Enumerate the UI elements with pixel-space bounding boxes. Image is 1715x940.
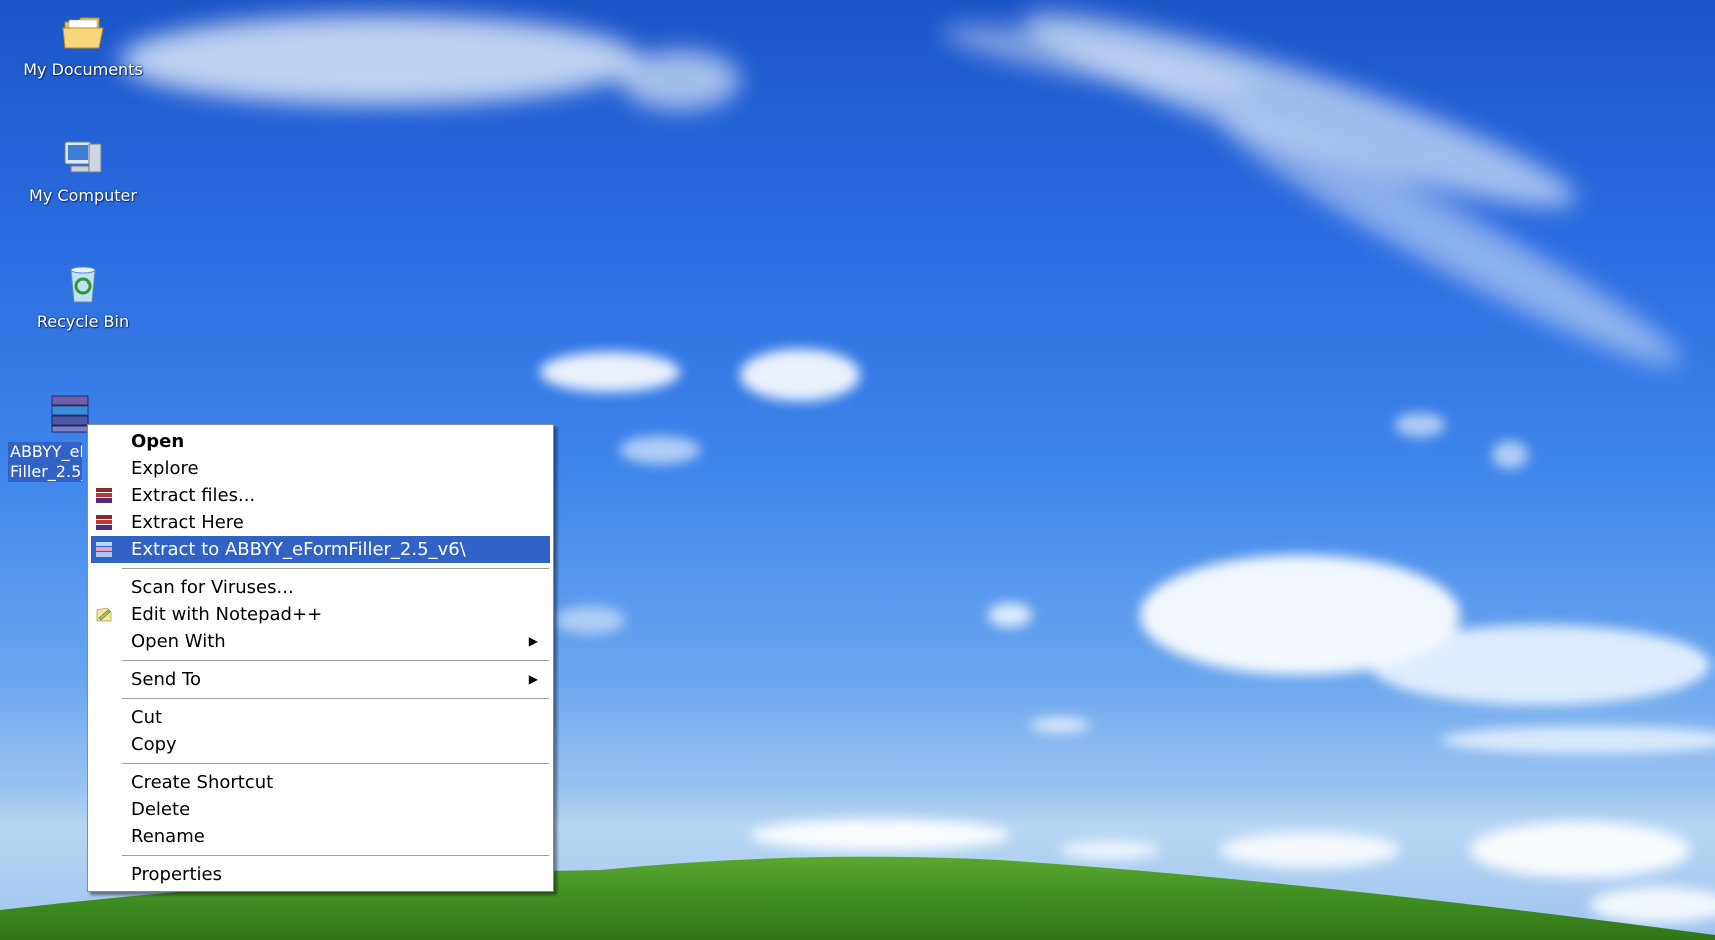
menu-item-label: Cut <box>131 707 163 728</box>
desktop-icon-label: Recycle Bin <box>36 312 130 331</box>
menu-item-label: Rename <box>131 826 205 847</box>
desktop-icon-my-documents[interactable]: My Documents <box>8 8 158 80</box>
menu-separator <box>122 698 549 699</box>
menu-item-rename[interactable]: Rename <box>91 823 550 850</box>
menu-item-label: Extract Here <box>131 512 244 533</box>
menu-item-open-with[interactable]: Open With ▶ <box>91 628 550 655</box>
menu-separator <box>122 568 549 569</box>
desktop-icon-archive[interactable]: ABBYY_eForm Filler_2.5_v6 <box>8 390 89 486</box>
notepad-plus-plus-icon <box>96 607 112 622</box>
menu-separator <box>122 660 549 661</box>
menu-item-label: Extract to ABBYY_eFormFiller_2.5_v6\ <box>131 539 466 560</box>
menu-item-label: Create Shortcut <box>131 772 274 793</box>
menu-item-scan-for-viruses[interactable]: Scan for Viruses... <box>91 574 550 601</box>
menu-item-label: Properties <box>131 864 222 885</box>
menu-item-label: Extract files... <box>131 485 256 506</box>
menu-item-edit-with-notepad[interactable]: Edit with Notepad++ <box>91 601 550 628</box>
menu-item-delete[interactable]: Delete <box>91 796 550 823</box>
menu-item-create-shortcut[interactable]: Create Shortcut <box>91 769 550 796</box>
menu-item-label: Send To <box>131 669 202 690</box>
submenu-arrow-icon: ▶ <box>528 672 538 686</box>
recycle-bin-icon <box>70 266 96 303</box>
menu-item-label: Open With <box>131 631 226 652</box>
winrar-icon <box>96 488 112 503</box>
winrar-icon <box>96 515 112 530</box>
desktop-icon-label: My Documents <box>23 60 143 79</box>
menu-item-label: Scan for Viruses... <box>131 577 294 598</box>
folder-icon <box>62 17 104 49</box>
desktop-icon-label: My Computer <box>29 186 137 205</box>
menu-item-extract-to-folder[interactable]: Extract to ABBYY_eFormFiller_2.5_v6\ <box>91 536 550 563</box>
desktop-icon-my-computer[interactable]: My Computer <box>8 134 158 206</box>
menu-item-open[interactable]: Open <box>91 428 550 455</box>
desktop-icon-recycle-bin[interactable]: Recycle Bin <box>8 260 158 332</box>
computer-icon <box>64 141 102 173</box>
menu-item-extract-here[interactable]: Extract Here <box>91 509 550 536</box>
menu-item-properties[interactable]: Properties <box>91 861 550 888</box>
desktop-icon-label: ABBYY_eForm Filler_2.5_v6 <box>8 442 82 482</box>
menu-item-explore[interactable]: Explore <box>91 455 550 482</box>
menu-item-label: Copy <box>131 734 177 755</box>
menu-item-label: Delete <box>131 799 191 820</box>
menu-separator <box>122 763 549 764</box>
context-menu: Open Explore Extract files... Extract He… <box>87 424 554 892</box>
winrar-extract-icon <box>96 542 112 557</box>
menu-separator <box>122 855 549 856</box>
menu-item-label: Open <box>131 431 185 452</box>
submenu-arrow-icon: ▶ <box>528 634 538 648</box>
menu-item-label: Edit with Notepad++ <box>131 604 323 625</box>
menu-item-cut[interactable]: Cut <box>91 704 550 731</box>
desktop: My Documents My Computer Recycle Bin ABB… <box>0 0 1715 940</box>
menu-item-label: Explore <box>131 458 199 479</box>
menu-item-copy[interactable]: Copy <box>91 731 550 758</box>
menu-item-send-to[interactable]: Send To ▶ <box>91 666 550 693</box>
menu-item-extract-files[interactable]: Extract files... <box>91 482 550 509</box>
